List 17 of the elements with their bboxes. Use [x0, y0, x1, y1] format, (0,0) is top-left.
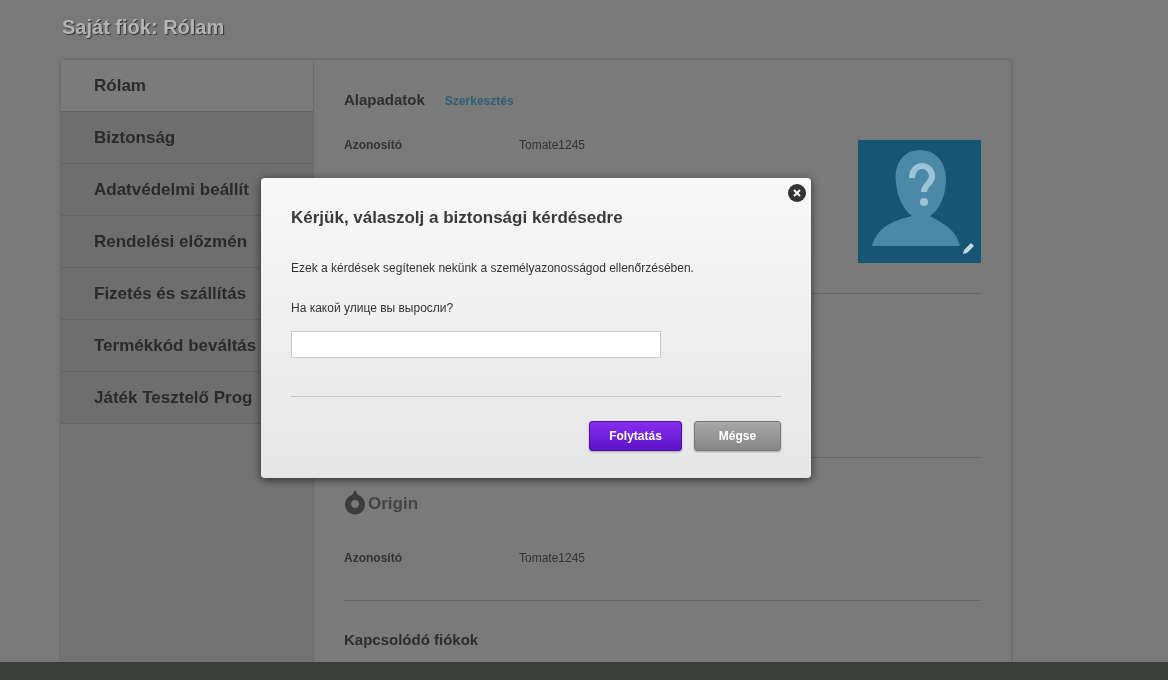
field-label: Azonosító: [344, 551, 403, 565]
answer-field[interactable]: [291, 331, 661, 358]
section-heading: Kapcsolódó fiókok: [344, 631, 479, 648]
section-heading: Alapadatok: [344, 91, 425, 108]
cancel-button[interactable]: Mégse: [694, 421, 781, 451]
page-title: Saját fiók: Rólam: [62, 15, 225, 39]
field-label: Azonosító: [344, 138, 403, 152]
close-icon[interactable]: [788, 184, 806, 202]
field-value: Tomate1245: [519, 138, 586, 152]
silhouette-icon: [872, 150, 960, 246]
sidebar-item[interactable]: Biztonság: [61, 112, 313, 164]
field-value: Tomate1245: [519, 551, 586, 565]
edit-link[interactable]: Szerkesztés: [444, 94, 514, 108]
continue-button[interactable]: Folytatás: [589, 421, 682, 451]
pencil-icon[interactable]: [961, 242, 975, 256]
avatar-placeholder[interactable]: [858, 140, 981, 263]
sidebar-item[interactable]: Rólam: [61, 60, 313, 112]
